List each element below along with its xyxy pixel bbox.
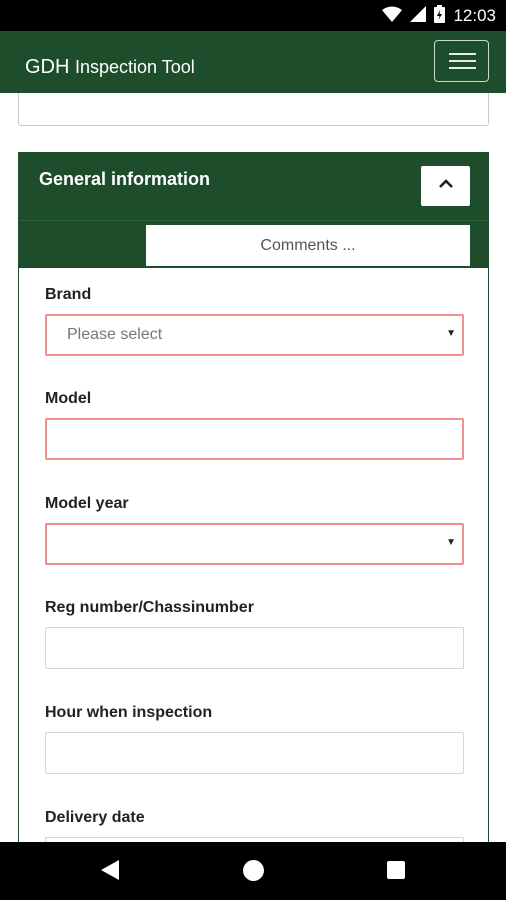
brand-select[interactable]: Please select ▼	[45, 314, 464, 356]
reg-number-form-group: Reg number/Chassinumber	[45, 599, 464, 669]
model-label: Model	[45, 390, 92, 407]
hour-inspection-label: Hour when inspection	[45, 704, 213, 721]
status-icons: 12:03	[382, 4, 496, 28]
brand-select-placeholder: Please select	[67, 326, 163, 343]
navigation-bar	[0, 842, 506, 900]
reg-number-input[interactable]	[45, 627, 464, 669]
chevron-up-icon	[438, 177, 454, 195]
main-content[interactable]: General information Comments ... Brand P…	[0, 93, 506, 842]
recent-apps-icon[interactable]	[387, 861, 405, 879]
panel-subbar: Comments ...	[19, 220, 488, 268]
cellular-signal-icon	[410, 5, 427, 27]
caret-down-icon: ▼	[446, 537, 456, 548]
delivery-date-label: Delivery date	[45, 809, 145, 826]
comments-button[interactable]: Comments ...	[146, 225, 470, 266]
status-bar: 12:03	[0, 0, 506, 31]
app-title-brand: GDH	[25, 56, 70, 78]
model-input[interactable]	[45, 418, 464, 460]
reg-number-label: Reg number/Chassinumber	[45, 599, 254, 616]
brand-label: Brand	[45, 286, 92, 303]
status-time: 12:03	[453, 6, 496, 25]
model-year-label: Model year	[45, 495, 129, 512]
back-icon[interactable]	[101, 860, 119, 880]
delivery-date-form-group: Delivery date	[45, 809, 464, 842]
collapse-button[interactable]	[421, 166, 470, 206]
panel-heading: General information	[19, 153, 488, 220]
battery-icon	[434, 4, 446, 28]
brand-form-group: Brand Please select ▼	[45, 286, 464, 356]
model-year-select[interactable]: ▼	[45, 523, 464, 565]
hour-inspection-form-group: Hour when inspection	[45, 704, 464, 774]
app-title-rest: Inspection Tool	[75, 57, 195, 77]
home-icon[interactable]	[243, 860, 264, 881]
panel-title: General information	[39, 169, 211, 189]
general-information-panel: General information Comments ... Brand P…	[18, 152, 489, 842]
model-year-form-group: Model year ▼	[45, 495, 464, 565]
model-form-group: Model	[45, 390, 464, 460]
hamburger-menu-button[interactable]	[434, 40, 489, 82]
caret-down-icon: ▼	[446, 328, 456, 339]
previous-panel	[18, 93, 489, 126]
hour-inspection-input[interactable]	[45, 732, 464, 774]
wifi-icon	[382, 6, 403, 27]
hamburger-menu-icon	[449, 53, 476, 55]
app-bar: GDH Inspection Tool	[0, 31, 506, 93]
app-title: GDH Inspection Tool	[25, 56, 195, 79]
